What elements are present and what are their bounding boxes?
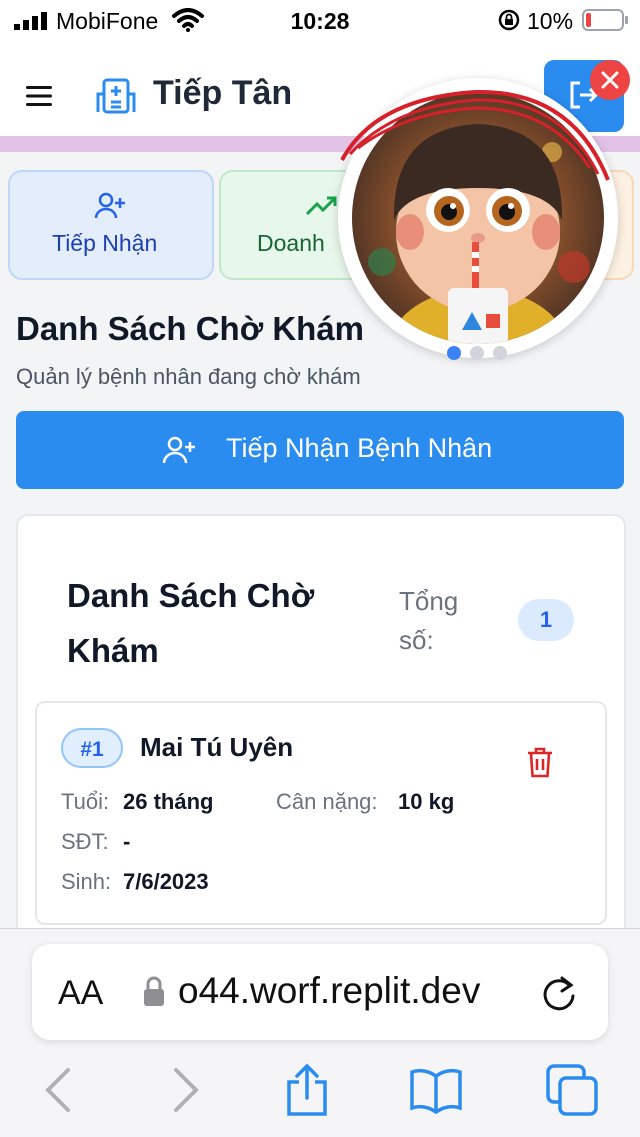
phone-label: SĐT: — [61, 829, 109, 854]
user-plus-icon — [94, 192, 125, 219]
app-title: Tiếp Tân — [153, 74, 293, 112]
lock-icon — [144, 976, 164, 1006]
total-label: Tổng số: — [399, 586, 459, 655]
hospital-icon — [96, 78, 136, 114]
rotation-lock-icon — [498, 9, 520, 31]
battery-percent: 10% — [527, 8, 574, 34]
weight-label: Cân nặng: — [276, 789, 378, 814]
nav-label-revenue: Doanh — [257, 230, 325, 256]
add-patient-button[interactable]: Tiếp Nhận Bệnh Nhân — [16, 411, 624, 489]
age-value: 26 tháng — [123, 789, 214, 814]
url-text[interactable]: o44.worf.replit.dev — [178, 970, 523, 1012]
total-count-badge: 1 — [518, 599, 574, 641]
weight-value: 10 kg — [398, 789, 455, 814]
carousel-dot[interactable] — [470, 346, 484, 360]
close-icon — [601, 71, 619, 89]
age-label: Tuổi: — [61, 789, 110, 814]
trend-up-icon — [305, 196, 337, 216]
dob-value: 7/6/2023 — [123, 869, 209, 894]
user-plus-icon — [162, 436, 195, 464]
bookmarks-icon[interactable] — [408, 1062, 464, 1118]
phone-value: - — [123, 829, 131, 854]
queue-number-badge: #1 — [61, 728, 123, 768]
waiting-list-title: Danh Sách Chờ Khám — [67, 577, 315, 669]
carousel-dot-active[interactable] — [447, 346, 461, 360]
patient-name: Mai Tú Uyên — [140, 732, 294, 762]
page-subtitle: Quản lý bệnh nhân đang chờ khám — [16, 364, 361, 389]
forward-icon[interactable] — [158, 1062, 214, 1118]
reload-icon[interactable] — [540, 972, 578, 1012]
nav-label-reception: Tiếp Nhận — [52, 230, 158, 256]
carousel-dot[interactable] — [493, 346, 507, 360]
close-bubble-button[interactable] — [590, 60, 630, 100]
trash-icon[interactable] — [526, 746, 554, 778]
dob-label: Sinh: — [61, 869, 112, 894]
add-patient-label: Tiếp Nhận Bệnh Nhân — [226, 433, 493, 463]
page-title: Danh Sách Chờ Khám — [16, 310, 365, 347]
tabs-icon[interactable] — [544, 1062, 600, 1118]
reader-settings-button[interactable]: AA — [58, 974, 103, 1013]
back-icon[interactable] — [30, 1062, 86, 1118]
share-icon[interactable] — [279, 1062, 335, 1118]
menu-icon[interactable] — [26, 84, 54, 108]
battery-icon — [582, 9, 628, 31]
nav-card-reception[interactable]: Tiếp Nhận — [8, 170, 214, 280]
red-scribble-annotation — [340, 89, 610, 181]
